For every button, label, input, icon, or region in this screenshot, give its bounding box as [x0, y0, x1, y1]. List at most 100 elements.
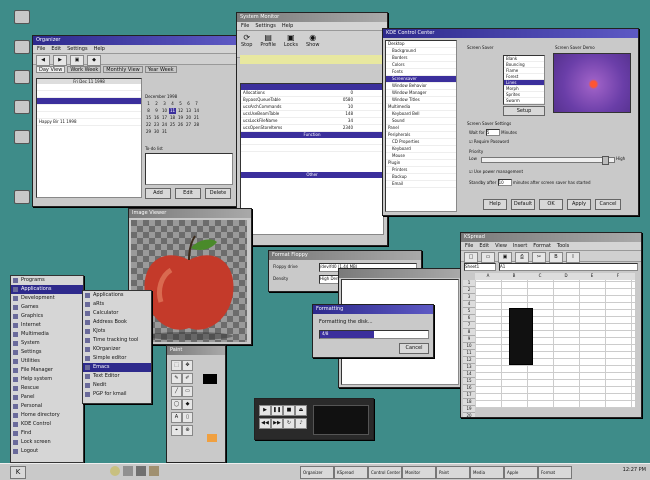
menu-item[interactable]: Home directory: [11, 411, 83, 420]
back-button[interactable]: ◀: [36, 55, 50, 66]
zoom-tool-icon[interactable]: ⊕: [182, 425, 193, 436]
calendar-day[interactable]: 31: [161, 129, 168, 135]
column-header[interactable]: C: [527, 273, 553, 280]
calendar-day[interactable]: 1: [145, 101, 152, 107]
start-button[interactable]: K: [10, 466, 26, 479]
screensaver-list[interactable]: Blank Bouncing Flame Forest Lines Morph …: [503, 55, 545, 105]
menu-insert[interactable]: Insert: [513, 242, 527, 250]
open-icon[interactable]: ▭: [481, 252, 495, 263]
eject-icon[interactable]: ⏏: [295, 405, 307, 416]
table-row[interactable]: ucsUseBeamTable 148: [241, 111, 383, 118]
row-header[interactable]: 5: [463, 308, 475, 315]
row-header[interactable]: 3: [463, 294, 475, 301]
tree-item[interactable]: Plugin: [386, 160, 456, 167]
row-header[interactable]: 4: [463, 301, 475, 308]
menu-item[interactable]: Games: [11, 303, 83, 312]
menu-item[interactable]: Programs: [11, 276, 83, 285]
select-tool-icon[interactable]: ⬚: [171, 360, 182, 371]
calendar-day-selected[interactable]: 11: [169, 108, 176, 114]
play-icon[interactable]: ▶: [259, 405, 271, 416]
row-header[interactable]: 9: [463, 336, 475, 343]
menu-item[interactable]: Applications: [83, 291, 151, 300]
floppy-icon[interactable]: [14, 70, 30, 84]
menu-help[interactable]: Help: [282, 22, 293, 30]
locks-button[interactable]: ▣ Locks: [284, 33, 298, 55]
print-icon[interactable]: ⎙: [515, 252, 529, 263]
menu-file[interactable]: File: [465, 242, 473, 250]
calendar-day[interactable]: 14: [193, 108, 200, 114]
time-row[interactable]: [37, 91, 141, 98]
picker-tool-icon[interactable]: ⌖: [171, 425, 182, 436]
pause-icon[interactable]: ❚❚: [271, 405, 283, 416]
cell-reference[interactable]: Sheet1: [464, 263, 496, 271]
calendar-day[interactable]: 8: [145, 108, 152, 114]
volume-icon[interactable]: ♪: [295, 418, 307, 429]
monitor-table[interactable]: Allocations 0 BypassQueueTable 0580 ucsArc…: [240, 83, 384, 235]
row-header[interactable]: 20: [463, 413, 475, 417]
column-header[interactable]: D: [553, 273, 579, 280]
tree-item[interactable]: Desktop: [386, 41, 456, 48]
menu-item[interactable]: Nedit: [83, 381, 151, 390]
quicklaunch-icon[interactable]: [149, 466, 159, 476]
row-header[interactable]: 18: [463, 399, 475, 406]
row-header[interactable]: 2: [463, 287, 475, 294]
brush-tool-icon[interactable]: ✐: [182, 373, 193, 384]
cell-grid[interactable]: [475, 280, 635, 408]
calendar-day[interactable]: 2: [153, 101, 160, 107]
formula-input[interactable]: A1: [499, 263, 638, 271]
menu-item[interactable]: Lock screen: [11, 438, 83, 447]
time-row[interactable]: [37, 112, 141, 119]
menu-item[interactable]: Rescue: [11, 384, 83, 393]
taskbar-item[interactable]: KSpread: [334, 466, 368, 479]
menu-item[interactable]: KOrganizer: [83, 345, 151, 354]
calendar-day[interactable]: 9: [153, 108, 160, 114]
menu-settings[interactable]: Settings: [255, 22, 276, 30]
calendar-day[interactable]: 23: [153, 122, 160, 128]
slider-handle[interactable]: [602, 156, 609, 165]
require-password-checkbox[interactable]: ☑ Require Password: [469, 139, 509, 144]
menu-edit[interactable]: Edit: [51, 45, 61, 53]
calendar-day[interactable]: 26: [177, 122, 184, 128]
menu-item[interactable]: Development: [11, 294, 83, 303]
loop-icon[interactable]: ↻: [283, 418, 295, 429]
edit-button[interactable]: Edit: [175, 188, 201, 199]
print-button[interactable]: ▣: [70, 55, 84, 66]
calendar-day[interactable]: 7: [193, 101, 200, 107]
calendar-day[interactable]: 12: [177, 108, 184, 114]
module-tree[interactable]: Desktop Background Borders Colors Fonts …: [385, 40, 457, 212]
calendar-day[interactable]: 5: [177, 101, 184, 107]
row-header[interactable]: 13: [463, 364, 475, 371]
taskbar-item[interactable]: Format: [538, 466, 572, 479]
cancel-button[interactable]: Cancel: [595, 199, 621, 210]
apply-button[interactable]: Apply: [567, 199, 591, 210]
menu-item[interactable]: Internet: [11, 321, 83, 330]
delete-button[interactable]: Delete: [205, 188, 231, 199]
row-header[interactable]: 8: [463, 329, 475, 336]
calendar-day[interactable]: 29: [145, 129, 152, 135]
menu-item[interactable]: Find: [11, 429, 83, 438]
row-header[interactable]: 17: [463, 392, 475, 399]
table-row[interactable]: ucsArchCommands 10: [241, 104, 383, 111]
menu-file[interactable]: File: [241, 22, 249, 30]
color-swatch-orange[interactable]: [207, 434, 217, 442]
trash-icon[interactable]: [14, 40, 30, 54]
move-tool-icon[interactable]: ✥: [182, 360, 193, 371]
column-header[interactable]: B: [501, 273, 527, 280]
network-icon[interactable]: [14, 190, 30, 204]
text-tool-icon[interactable]: A: [171, 412, 182, 423]
tree-item[interactable]: Panel: [386, 125, 456, 132]
taskbar-item[interactable]: Organizer: [300, 466, 334, 479]
row-header[interactable]: 19: [463, 406, 475, 413]
calendar-day[interactable]: 13: [185, 108, 192, 114]
menu-help[interactable]: Help: [94, 45, 105, 53]
tree-item[interactable]: Background: [386, 48, 456, 55]
tree-item[interactable]: Printers: [386, 167, 456, 174]
calendar-day[interactable]: 24: [161, 122, 168, 128]
power-management-checkbox[interactable]: ☑ Use power management: [469, 169, 523, 174]
forward-button[interactable]: ▶: [53, 55, 67, 66]
menu-file[interactable]: File: [37, 45, 45, 53]
tab-day-view[interactable]: Day View: [36, 66, 66, 73]
menu-tools[interactable]: Tools: [557, 242, 569, 250]
tree-item[interactable]: Mouse: [386, 153, 456, 160]
stop-icon[interactable]: ■: [283, 405, 295, 416]
